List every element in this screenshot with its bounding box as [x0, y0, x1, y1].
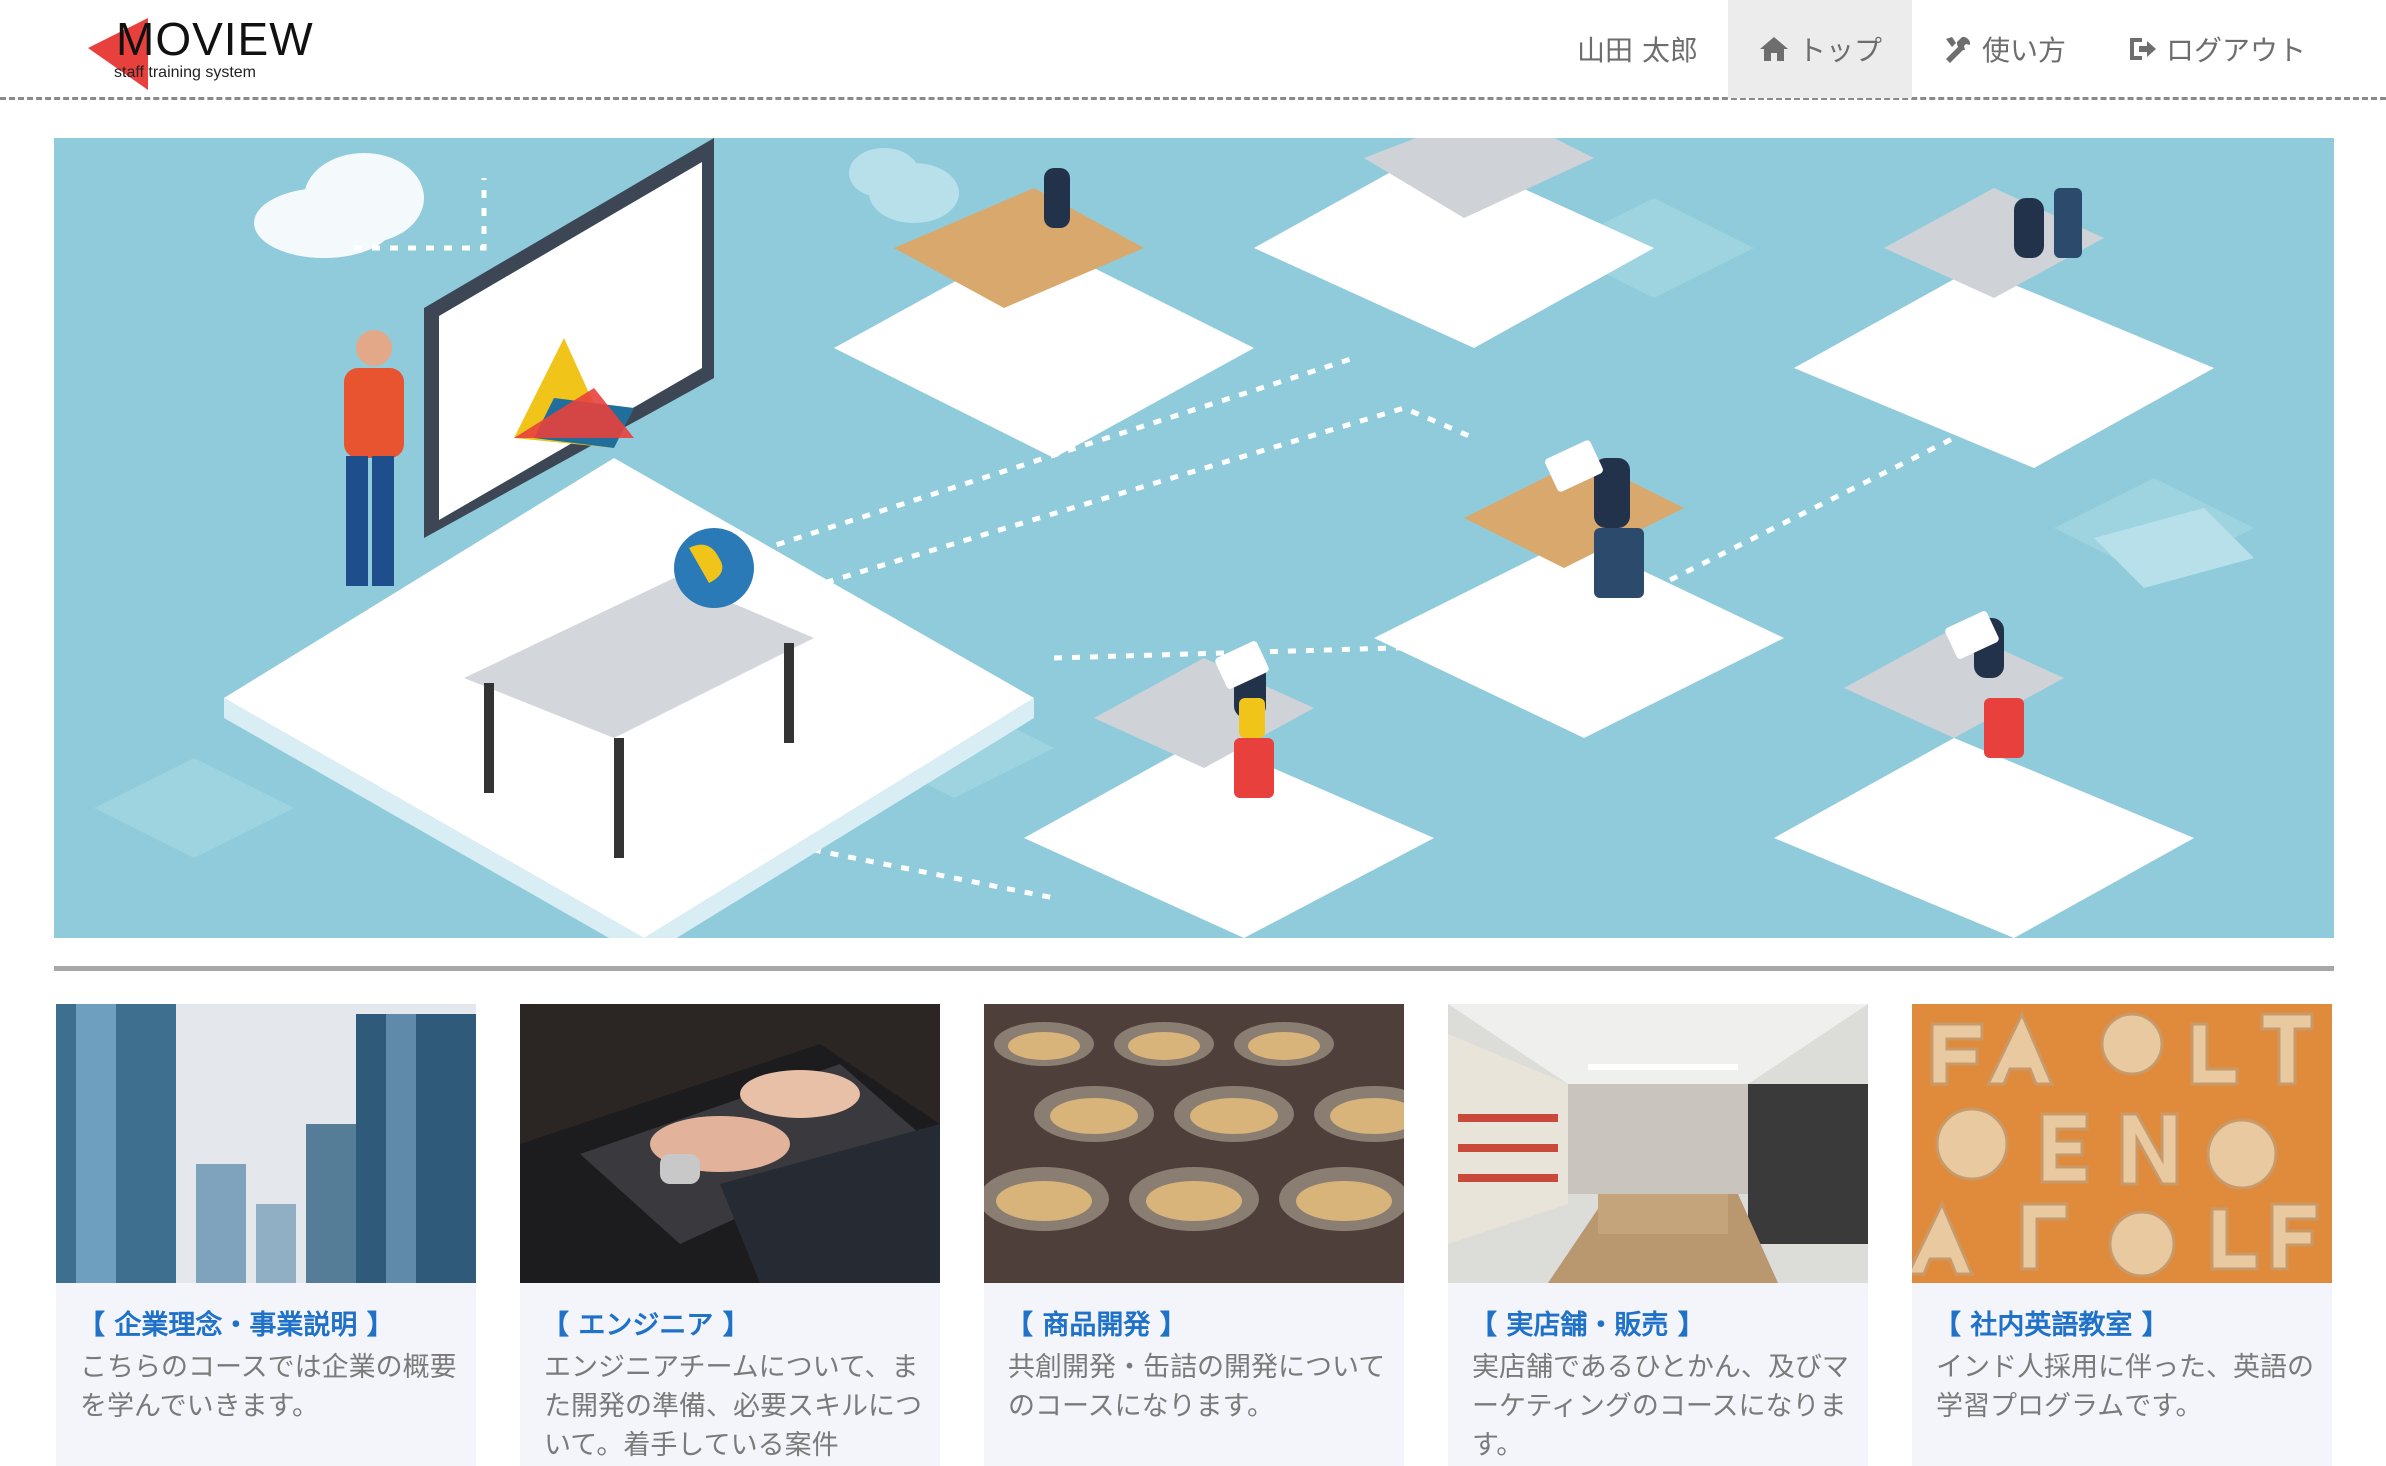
office-buildings-photo [56, 1004, 476, 1283]
user-name: 山田 太郎 [1577, 34, 1698, 67]
nav-howto-label: 使い方 [1981, 34, 2066, 67]
store-interior-photo [1448, 1004, 1868, 1283]
nav-top[interactable]: トップ [1727, 0, 1912, 98]
course-description: インド人採用に伴った、英語の学習プログラムです。 [1936, 1352, 2314, 1422]
course-title: 【 実店舗・販売 】 [1470, 1310, 1705, 1341]
course-title: 【 商品開発 】 [1006, 1310, 1187, 1341]
course-card-philosophy[interactable]: 【 企業理念・事業説明 】 こちらのコースでは企業の概要を学んでいきます。 [56, 1004, 476, 1466]
logo-text: MOVIEW [116, 13, 314, 65]
course-card-english[interactable]: 【 社内英語教室 】 インド人採用に伴った、英語の学習プログラムです。 [1912, 1004, 2332, 1466]
course-description: 共創開発・缶詰の開発についてのコースになります。 [1008, 1352, 1386, 1422]
course-card-engineer[interactable]: 【 エンジニア 】 エンジニアチームについて、また開発の準備、必要スキルについて… [520, 1004, 940, 1466]
course-title: 【 社内英語教室 】 [1934, 1310, 2169, 1341]
tools-icon [1945, 36, 1971, 63]
nav-top-label: トップ [1797, 34, 1882, 67]
course-description: こちらのコースでは企業の概要を学んでいきます。 [80, 1352, 457, 1422]
classroom-illustration [94, 138, 2254, 938]
logo-subtitle: staff training system [114, 64, 256, 81]
main-nav: 山田 太郎 トップ 使い方 ログアウト [1547, 0, 2336, 98]
course-description: 実店舗であるひとかん、及びマーケティングのコースになります。 [1472, 1352, 1849, 1461]
nav-logout[interactable]: ログアウト [2096, 0, 2336, 98]
hero-banner [54, 138, 2334, 938]
logout-icon [2129, 38, 2156, 60]
header: MOVIEW staff training system 山田 太郎 トップ 使… [0, 0, 2386, 100]
course-title: 【 エンジニア 】 [542, 1310, 750, 1341]
moview-logo[interactable]: MOVIEW staff training system [86, 12, 346, 92]
course-card-product[interactable]: 【 商品開発 】 共創開発・缶詰の開発についてのコースになります。 [984, 1004, 1404, 1466]
course-list: 【 企業理念・事業説明 】 こちらのコースでは企業の概要を学んでいきます。 【 … [56, 1004, 2334, 1466]
hero-divider [54, 966, 2334, 971]
nav-howto[interactable]: 使い方 [1912, 0, 2096, 98]
home-icon [1759, 37, 1788, 61]
course-description: エンジニアチームについて、また開発の準備、必要スキルについて。着手している案件 [544, 1352, 922, 1461]
course-card-store[interactable]: 【 実店舗・販売 】 実店舗であるひとかん、及びマーケティングのコースになります… [1448, 1004, 1868, 1466]
alphabet-biscuits-photo [1912, 1004, 2332, 1283]
canned-food-photo [984, 1004, 1404, 1283]
course-title: 【 企業理念・事業説明 】 [78, 1310, 394, 1341]
laptop-typing-photo [520, 1004, 940, 1283]
nav-logout-label: ログアウト [2165, 34, 2306, 67]
